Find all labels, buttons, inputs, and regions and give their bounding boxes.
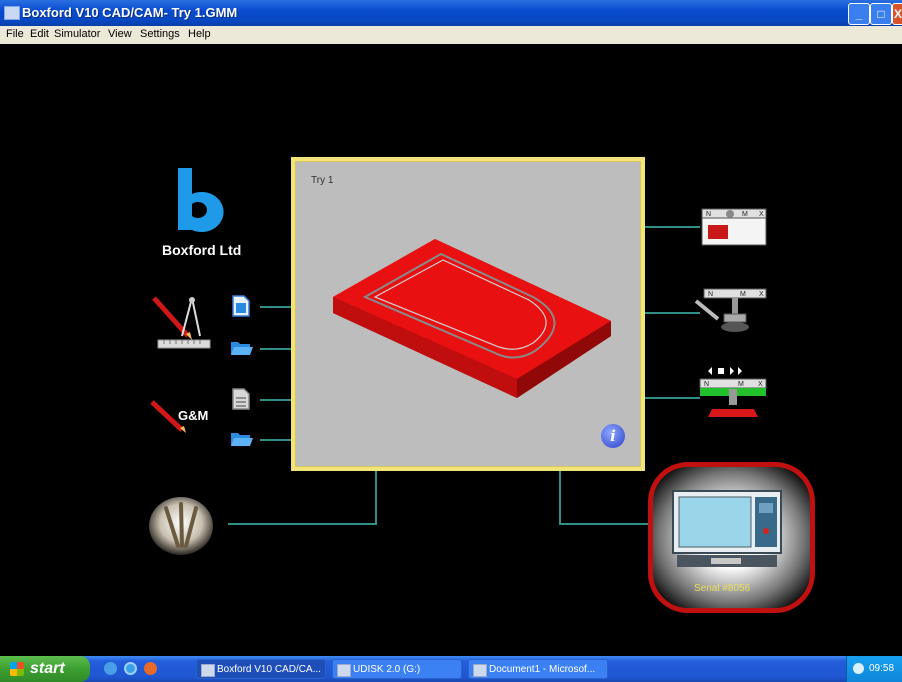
open-cad-file-icon[interactable] bbox=[230, 339, 254, 357]
svg-text:M: M bbox=[740, 291, 746, 298]
svg-text:M: M bbox=[742, 211, 748, 218]
open-gm-file-icon[interactable] bbox=[230, 430, 254, 448]
part-3d-model[interactable] bbox=[295, 161, 641, 467]
simulator-toolpath-icon[interactable]: NMX bbox=[692, 287, 768, 335]
machine-serial: Serial #8056 bbox=[694, 583, 751, 594]
part-viewport[interactable]: Try 1 i bbox=[291, 157, 645, 471]
new-cad-file-icon[interactable] bbox=[232, 295, 250, 317]
svg-text:X: X bbox=[759, 291, 764, 298]
start-button[interactable]: start bbox=[0, 656, 90, 682]
start-label: start bbox=[30, 660, 65, 677]
system-tray: 09:58 bbox=[846, 656, 902, 682]
info-icon[interactable]: i bbox=[601, 424, 625, 448]
gm-label: G&M bbox=[178, 408, 209, 423]
drive-icon bbox=[337, 664, 351, 677]
quicklaunch-media-icon[interactable] bbox=[144, 662, 157, 675]
svg-text:N: N bbox=[708, 291, 713, 298]
tray-icon[interactable] bbox=[853, 663, 864, 674]
task-udisk-label: UDISK 2.0 (G:) bbox=[353, 664, 421, 675]
taskbar: start Boxford V10 CAD/CA... UDISK 2.0 (G… bbox=[0, 656, 902, 682]
new-gm-file-icon[interactable] bbox=[232, 388, 250, 410]
svg-text:M: M bbox=[738, 381, 744, 388]
cnc-machine-icon bbox=[672, 490, 782, 567]
task-boxford-label: Boxford V10 CAD/CA... bbox=[217, 664, 321, 675]
boxford-task-icon bbox=[201, 664, 215, 677]
simulator-machine-control-icon[interactable]: NMX bbox=[698, 365, 768, 421]
svg-text:X: X bbox=[758, 381, 763, 388]
svg-text:N: N bbox=[706, 211, 711, 218]
task-udisk[interactable]: UDISK 2.0 (G:) bbox=[332, 659, 462, 679]
tooling-icon[interactable] bbox=[148, 496, 214, 556]
simulator-2d-icon[interactable]: NMX bbox=[700, 207, 768, 247]
boxford-logo-icon bbox=[178, 168, 224, 232]
company-name: Boxford Ltd bbox=[162, 242, 242, 258]
word-document-icon bbox=[473, 664, 487, 677]
quicklaunch-desktop-icon[interactable] bbox=[104, 662, 117, 675]
task-document1[interactable]: Document1 - Microsof... bbox=[468, 659, 608, 679]
svg-text:N: N bbox=[704, 381, 709, 388]
svg-text:X: X bbox=[759, 211, 764, 218]
task-document1-label: Document1 - Microsof... bbox=[489, 664, 596, 675]
task-boxford[interactable]: Boxford V10 CAD/CA... bbox=[196, 659, 326, 679]
windows-flag-icon bbox=[10, 662, 24, 676]
cad-design-icon[interactable] bbox=[150, 290, 212, 352]
clock: 09:58 bbox=[869, 663, 895, 674]
quicklaunch-ie-icon[interactable] bbox=[124, 662, 137, 675]
